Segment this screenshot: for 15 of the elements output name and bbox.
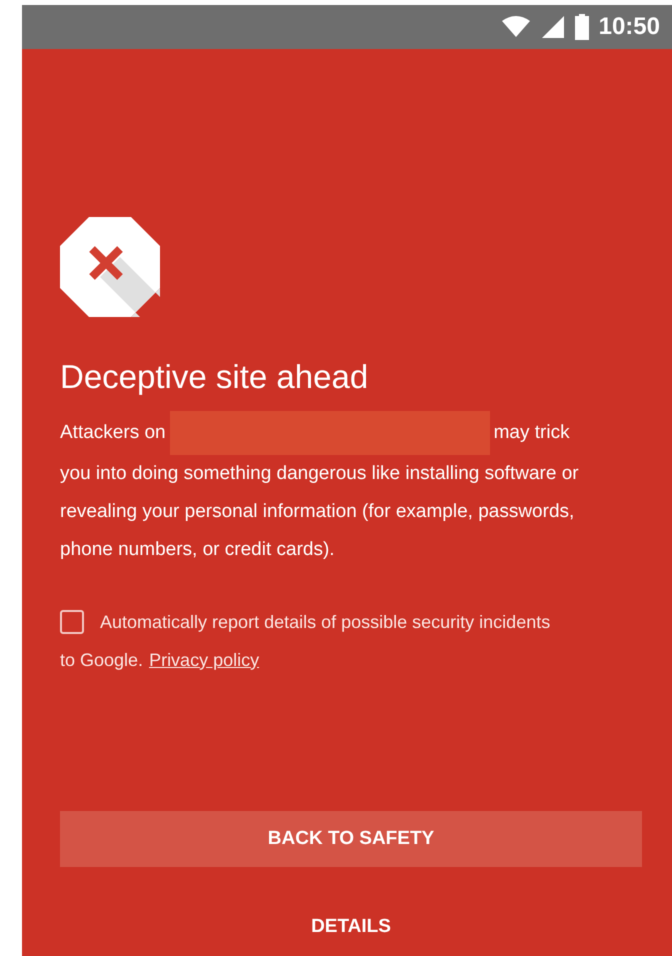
battery-icon — [574, 14, 589, 40]
wifi-icon — [500, 15, 531, 39]
warning-text: may trick — [494, 420, 570, 445]
warning-text: you into doing something dangerous like installing software or revealing your personal information (for example, passwords, phone numbers, or credit cards). — [60, 462, 580, 562]
report-checkbox[interactable] — [60, 610, 84, 634]
page-title: Deceptive site ahead — [60, 357, 370, 397]
clock-time: 10:50 — [598, 12, 660, 42]
back-to-safety-button[interactable]: BACK TO SAFETY — [60, 811, 642, 867]
warning-text: Attackers on — [60, 420, 166, 445]
details-button[interactable]: DETAILS — [311, 913, 391, 942]
report-text: to Google. — [60, 648, 144, 672]
error-icon — [60, 217, 160, 317]
privacy-policy-link[interactable]: Privacy policy — [149, 646, 260, 674]
signal-icon — [540, 15, 565, 39]
report-text: Automatically report details of possible security incidents — [100, 610, 550, 634]
